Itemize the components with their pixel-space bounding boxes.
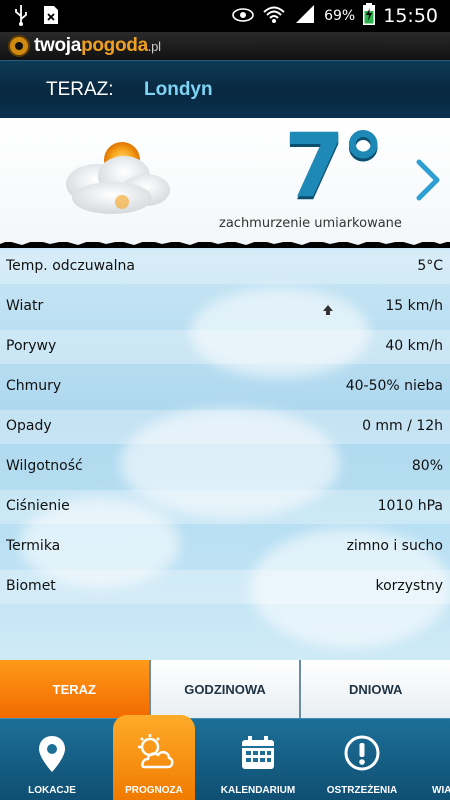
- detail-row-pressure: Ciśnienie 1010 hPa: [0, 490, 450, 524]
- detail-row-gusts: Porywy 40 km/h: [0, 330, 450, 364]
- detail-label: Ciśnienie: [6, 498, 70, 514]
- nav-warnings[interactable]: OSTRZEŻENIA: [310, 719, 414, 800]
- calendar-icon: [242, 736, 274, 769]
- logo-icon: [8, 35, 30, 57]
- partly-cloudy-icon: [52, 140, 176, 224]
- detail-value: 5°C: [417, 258, 443, 274]
- nav-locations[interactable]: LOKACJE: [0, 719, 104, 800]
- logo-text-tld: .pl: [147, 39, 161, 54]
- tab-daily[interactable]: DNIOWA: [301, 660, 450, 718]
- detail-row-biomet: Biomet korzystny: [0, 570, 450, 604]
- detail-value: zimno i sucho: [346, 538, 443, 554]
- current-weather-panel: 7° zachmurzenie umiarkowane: [0, 118, 450, 242]
- detail-value: 15 km/h: [385, 298, 443, 314]
- detail-label: Temp. odczuwalna: [6, 258, 135, 274]
- detail-label: Wilgotność: [6, 458, 83, 474]
- detail-row-clouds: Chmury 40-50% nieba: [0, 370, 450, 404]
- wind-direction-icon: [322, 301, 334, 320]
- battery-percent: 69%: [324, 8, 356, 24]
- nav-wind[interactable]: WIA: [414, 719, 450, 800]
- detail-value: 40 km/h: [385, 338, 443, 354]
- logo-text-part2: pogoda: [81, 35, 148, 56]
- condition-text: zachmurzenie umiarkowane: [219, 216, 402, 231]
- location-header: TERAZ: Londyn: [0, 60, 450, 118]
- status-bar: 69% 15:50: [0, 0, 450, 32]
- app-bar: twojapogoda.pl: [0, 32, 450, 60]
- detail-row-thermal: Termika zimno i sucho: [0, 530, 450, 564]
- detail-label: Chmury: [6, 378, 62, 394]
- tab-now[interactable]: TERAZ: [0, 660, 151, 718]
- detail-label: Wiatr: [6, 298, 44, 314]
- eye-icon: [232, 7, 254, 26]
- signal-icon: [294, 4, 316, 28]
- detail-value: 1010 hPa: [377, 498, 443, 514]
- nav-forecast[interactable]: PROGNOZA: [113, 715, 195, 800]
- city-name[interactable]: Londyn: [144, 79, 213, 101]
- bottom-navigation: LOKACJE PROGNOZA KALENDARIUM OSTRZEŻENIA…: [0, 715, 450, 800]
- detail-value: 80%: [411, 458, 443, 474]
- warning-icon: [344, 735, 380, 771]
- location-pin-icon: [39, 736, 65, 772]
- current-temperature: 7°: [284, 114, 385, 217]
- wifi-icon: [262, 4, 286, 28]
- weather-details-list: Temp. odczuwalna 5°C Wiatr 15 km/h Poryw…: [0, 248, 450, 660]
- now-label: TERAZ:: [46, 79, 114, 100]
- sim-icon: [42, 4, 60, 30]
- detail-value: 0 mm / 12h: [362, 418, 443, 434]
- battery-charging-icon: [363, 3, 376, 29]
- detail-row-feels-like: Temp. odczuwalna 5°C: [0, 250, 450, 284]
- detail-label: Biomet: [6, 578, 56, 594]
- app-logo: twojapogoda.pl: [8, 35, 161, 57]
- detail-row-wind: Wiatr 15 km/h: [0, 290, 450, 324]
- forecast-tabs: TERAZ GODZINOWA DNIOWA: [0, 660, 450, 718]
- detail-label: Termika: [6, 538, 61, 554]
- chevron-right-icon[interactable]: [414, 158, 442, 206]
- detail-value: korzystny: [375, 578, 443, 594]
- tab-hourly[interactable]: GODZINOWA: [150, 660, 302, 718]
- detail-label: Opady: [6, 418, 52, 434]
- detail-label: Porywy: [6, 338, 57, 354]
- clock: 15:50: [383, 5, 438, 27]
- detail-value: 40-50% nieba: [345, 378, 443, 394]
- logo-text-part1: twoja: [34, 35, 82, 56]
- nav-calendar[interactable]: KALENDARIUM: [206, 719, 310, 800]
- sun-cloud-icon: [138, 734, 174, 769]
- usb-icon: [14, 4, 28, 30]
- detail-row-precipitation: Opady 0 mm / 12h: [0, 410, 450, 444]
- detail-row-humidity: Wilgotność 80%: [0, 450, 450, 484]
- paper-tear-divider: [0, 236, 450, 245]
